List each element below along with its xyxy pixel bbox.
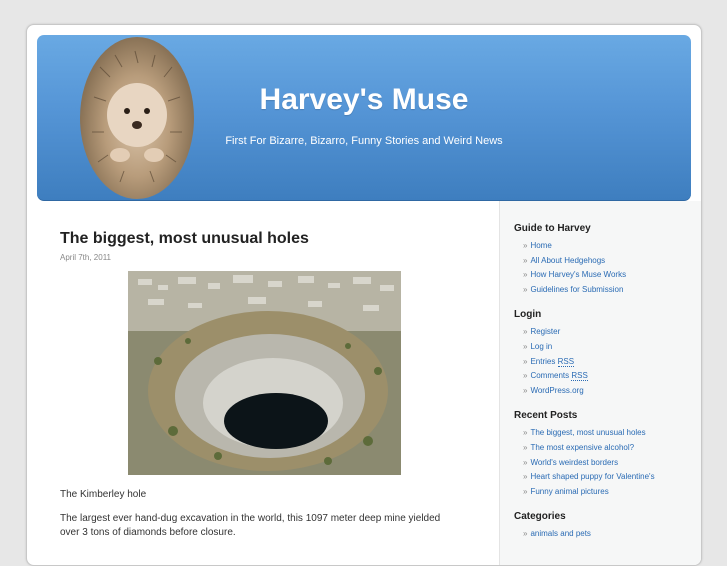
- categories-list: » animals and pets: [523, 527, 701, 542]
- kimberley-hole-image: [128, 271, 401, 475]
- guide-list: » Home » All About Hedgehogs » How Harvey's…: [523, 239, 701, 297]
- sidebar: Guide to Harvey » Home » All About Hedgeho…: [499, 201, 701, 565]
- wordpress-link[interactable]: WordPress.org: [530, 386, 583, 395]
- recent-posts-heading: Recent Posts: [514, 410, 578, 422]
- post-body: The largest ever hand-dug excavation in …: [60, 513, 441, 538]
- login-link[interactable]: Log in: [530, 342, 552, 351]
- hedgehog-avatar[interactable]: [80, 37, 194, 199]
- categories-heading: Categories: [514, 511, 566, 523]
- guide-link-guidelines[interactable]: Guidelines for Submission: [530, 285, 623, 294]
- site-description: First For Bizarre, Bizarro, Funny Storie…: [225, 135, 503, 147]
- guide-link-home[interactable]: Home: [530, 241, 551, 250]
- login-list: » Register » Log in » Entries RSS » Comments…: [523, 325, 701, 398]
- login-heading: Login: [514, 309, 542, 321]
- list-item: » All About Hedgehogs: [523, 255, 606, 265]
- page-container: Harvey's Muse First For Bizarre, Bizarro…: [26, 24, 702, 566]
- image-caption: The Kimberley hole: [60, 489, 147, 500]
- entries-rss-link[interactable]: Entries RSS: [530, 356, 575, 367]
- rss-abbr: RSS: [557, 356, 575, 367]
- list-item: » Funny animal pictures: [523, 486, 609, 496]
- recent-post-link[interactable]: The biggest, most unusual holes: [530, 428, 645, 437]
- post-title[interactable]: The biggest, most unusual holes: [60, 230, 480, 248]
- list-item: » World's weirdest borders: [523, 457, 619, 467]
- list-item: » WordPress.org: [523, 385, 584, 395]
- entries-label: Entries: [530, 356, 556, 366]
- recent-post-link[interactable]: World's weirdest borders: [530, 458, 618, 467]
- list-item: » How Harvey's Muse Works: [523, 270, 627, 280]
- guide-section: Guide to Harvey » Home » All About Hedgeho…: [514, 223, 701, 297]
- list-item: » The biggest, most unusual holes: [523, 428, 646, 438]
- post-date: April 7th, 2011: [60, 253, 111, 262]
- login-section: Login » Register » Log in » Entries RSS » Co…: [514, 309, 701, 398]
- recent-post-link[interactable]: Heart shaped puppy for Valentine's: [530, 472, 654, 481]
- list-item: » Register: [523, 327, 561, 337]
- recent-post-link[interactable]: The most expensive alcohol?: [530, 443, 634, 452]
- site-header: Harvey's Muse First For Bizarre, Bizarro…: [37, 35, 691, 201]
- guide-link-how-it-works[interactable]: How Harvey's Muse Works: [530, 270, 626, 279]
- comments-label: Comments: [530, 371, 570, 381]
- list-item: » Comments RSS: [523, 371, 588, 382]
- category-link[interactable]: animals and pets: [530, 529, 590, 538]
- recent-post-link[interactable]: Funny animal pictures: [530, 487, 608, 496]
- main-content: The biggest, most unusual holes April 7t…: [60, 230, 480, 538]
- register-link[interactable]: Register: [530, 327, 560, 336]
- list-item: » Heart shaped puppy for Valentine's: [523, 472, 655, 482]
- recent-posts-list: » The biggest, most unusual holes » The mo…: [523, 426, 701, 499]
- list-item: » Log in: [523, 341, 553, 351]
- list-item: » Entries RSS: [523, 356, 575, 367]
- list-item: » The most expensive alcohol?: [523, 442, 635, 452]
- list-item: » Home: [523, 241, 552, 250]
- guide-heading: Guide to Harvey: [514, 223, 591, 234]
- recent-posts-section: Recent Posts » The biggest, most unusual …: [514, 410, 701, 499]
- comments-rss-link[interactable]: Comments RSS: [530, 371, 588, 382]
- categories-section: Categories » animals and pets: [514, 511, 701, 542]
- site-title[interactable]: Harvey's Muse: [197, 83, 531, 117]
- list-item: » Guidelines for Submission: [523, 284, 624, 294]
- rss-abbr: RSS: [571, 371, 588, 382]
- list-item: » animals and pets: [523, 529, 591, 539]
- guide-link-hedgehogs[interactable]: All About Hedgehogs: [530, 256, 605, 265]
